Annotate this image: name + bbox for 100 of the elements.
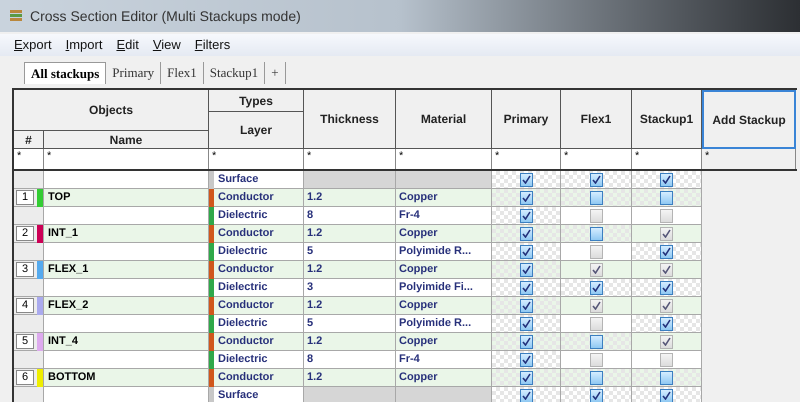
table-cell: Copper	[396, 189, 492, 207]
checkbox[interactable]	[590, 370, 602, 384]
layer-label: Dielectric	[217, 352, 268, 368]
table-cell: INT_1	[44, 225, 209, 243]
table-cell: Copper	[396, 369, 492, 387]
checkbox[interactable]	[520, 388, 532, 402]
checkbox[interactable]	[520, 298, 532, 312]
filter-field[interactable]: *	[14, 149, 44, 169]
checkbox[interactable]	[520, 316, 532, 330]
table-cell: INT_4	[44, 333, 209, 351]
table-cell: 8	[304, 207, 396, 225]
layer-label: Dielectric	[217, 208, 268, 224]
row-header: 6	[14, 369, 44, 387]
column-header: Types	[209, 90, 304, 112]
column-header: Layer	[209, 112, 304, 149]
filter-field[interactable]: *	[304, 149, 396, 169]
column-header[interactable]: Thickness	[304, 90, 396, 149]
checkbox[interactable]	[520, 280, 532, 294]
checkbox[interactable]	[590, 334, 602, 348]
layer-label: Conductor	[217, 370, 274, 386]
table-cell: Polyimide Fi...	[396, 279, 492, 297]
checkmark-icon	[592, 391, 600, 400]
table-cell: TOP	[44, 189, 209, 207]
menu-item[interactable]: Export	[14, 35, 52, 55]
row-header: 2	[14, 225, 44, 243]
filter-field[interactable]: *	[209, 149, 304, 169]
row-header	[14, 243, 44, 261]
checkbox[interactable]	[660, 190, 673, 204]
table-cell: BOTTOM	[44, 369, 209, 387]
table-cell: Copper	[396, 225, 492, 243]
column-header[interactable]: Flex1	[561, 90, 632, 149]
checkbox[interactable]	[590, 388, 602, 402]
table-cell: Fr-4	[396, 351, 492, 369]
checkbox[interactable]	[590, 172, 602, 186]
table-cell: 5	[304, 315, 396, 333]
menu-item[interactable]: View	[152, 35, 181, 55]
row-header: 5	[14, 333, 44, 351]
checkbox[interactable]	[590, 280, 602, 294]
column-header: Name	[44, 131, 209, 149]
table-cell: Fr-4	[396, 207, 492, 225]
tab[interactable]: Primary	[106, 62, 162, 84]
menu-item[interactable]: Filters	[194, 35, 230, 55]
table-cell: FLEX_2	[44, 297, 209, 315]
layer-label: Conductor	[217, 334, 274, 350]
checkbox[interactable]	[590, 226, 602, 240]
column-header[interactable]: Stackup1	[632, 90, 702, 149]
row-header	[14, 171, 44, 189]
checkbox[interactable]	[660, 388, 673, 402]
checkbox[interactable]	[660, 316, 673, 330]
checkbox[interactable]	[520, 370, 532, 384]
menu-item[interactable]: Edit	[116, 35, 139, 55]
table-cell: Copper	[396, 333, 492, 351]
table-cell: 1.2	[304, 261, 396, 279]
layer-label: Conductor	[217, 298, 274, 314]
checkbox[interactable]	[520, 190, 532, 204]
column-header[interactable]: Primary	[492, 90, 561, 149]
layer-label: Surface	[217, 172, 258, 188]
checkbox[interactable]	[660, 172, 673, 186]
layer-label: Dielectric	[217, 316, 268, 332]
menu-item[interactable]: Import	[66, 35, 102, 55]
layers-icon	[8, 8, 24, 24]
checkbox[interactable]	[590, 190, 602, 204]
layer-label: Surface	[217, 388, 258, 402]
row-header: 1	[14, 189, 44, 207]
tab[interactable]: Flex1	[161, 62, 204, 84]
tab[interactable]: All stackups	[24, 62, 106, 84]
table-cell: 1.2	[304, 333, 396, 351]
layer-label: Conductor	[217, 262, 274, 278]
column-header[interactable]: Material	[396, 90, 492, 149]
filter-field[interactable]: *	[44, 149, 209, 169]
row-header: 3	[14, 261, 44, 279]
table-cell: 3	[304, 279, 396, 297]
checkbox[interactable]	[660, 244, 673, 258]
filter-field[interactable]: *	[396, 149, 492, 169]
filter-field[interactable]: *	[632, 149, 702, 169]
table-cell: 1.2	[304, 297, 396, 315]
checkbox[interactable]	[520, 262, 532, 276]
table-cell: 1.2	[304, 225, 396, 243]
layer-label: Dielectric	[217, 280, 268, 296]
table-cell: 1.2	[304, 369, 396, 387]
add-stackup-button[interactable]: Add Stackup	[702, 90, 796, 149]
checkbox[interactable]	[520, 226, 532, 240]
checkbox[interactable]	[660, 370, 673, 384]
filter-field[interactable]: *	[492, 149, 561, 169]
checkmark-icon	[592, 175, 600, 184]
row-header	[14, 207, 44, 225]
filter-field[interactable]: *	[702, 149, 796, 169]
filter-field[interactable]: *	[561, 149, 632, 169]
checkbox[interactable]	[520, 334, 532, 348]
tab[interactable]: Stackup1	[204, 62, 266, 84]
tab[interactable]: +	[265, 62, 286, 84]
checkbox[interactable]	[520, 244, 532, 258]
table-cell: 8	[304, 351, 396, 369]
checkbox[interactable]	[520, 352, 532, 366]
row-header	[14, 387, 44, 402]
table-cell: Polyimide R...	[396, 243, 492, 261]
row-header	[14, 279, 44, 297]
checkbox[interactable]	[520, 208, 532, 222]
checkbox[interactable]	[520, 172, 532, 186]
checkbox[interactable]	[660, 280, 673, 294]
